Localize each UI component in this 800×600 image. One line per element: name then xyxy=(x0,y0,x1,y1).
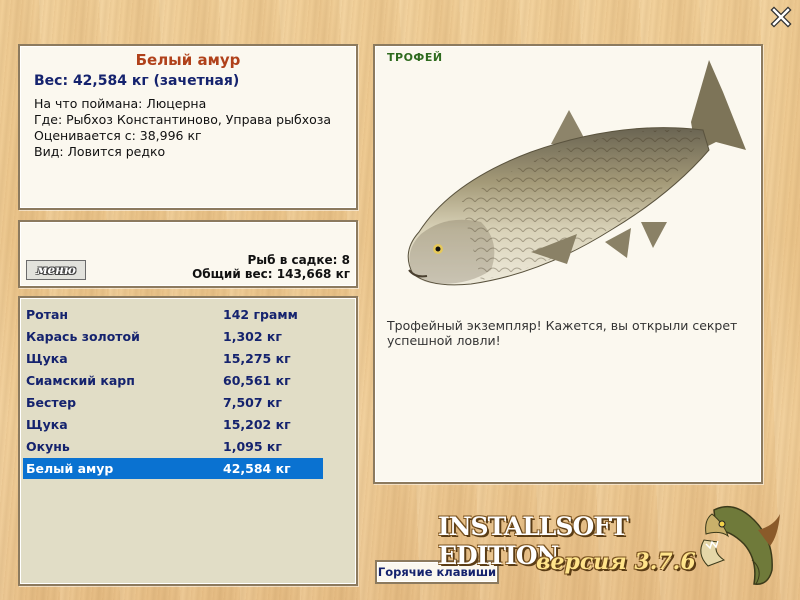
detail-bait: На что поймана: Люцерна xyxy=(34,96,207,111)
list-item[interactable]: Окунь 1,095 кг xyxy=(23,436,323,457)
list-item-weight: 1,302 кг xyxy=(223,329,282,344)
list-item-name: Ротан xyxy=(26,307,69,322)
version-label: версия 3.7.6 xyxy=(536,549,696,575)
list-item-weight: 7,507 кг xyxy=(223,395,282,410)
list-item-selected[interactable]: Белый амур 42,584 кг xyxy=(23,458,323,479)
list-item-name: Окунь xyxy=(26,439,70,454)
detail-species: Вид: Ловится редко xyxy=(34,144,166,159)
cage-count: Рыб в садке: 8 xyxy=(247,253,351,267)
pike-logo-icon xyxy=(700,505,780,585)
trophy-panel: ТРОФЕЙ Трофейный экземпляр! Кажется, вы … xyxy=(373,44,763,484)
close-icon xyxy=(770,6,792,28)
list-item[interactable]: Ротан 142 грамм xyxy=(23,304,323,325)
list-item-weight: 142 грамм xyxy=(223,307,298,322)
list-item-weight: 15,275 кг xyxy=(223,351,291,366)
cage-total-weight: Общий вес: 143,668 кг xyxy=(192,267,350,281)
grass-carp-image xyxy=(407,60,746,286)
fish-info-panel: Белый амур Вес: 42,584 кг (зачетная) На … xyxy=(18,44,358,210)
fish-details: На что поймана: Люцерна Где: Рыбхоз Конс… xyxy=(34,96,356,160)
list-item[interactable]: Щука 15,275 кг xyxy=(23,348,323,369)
cage-stats: Рыб в садке: 8 Общий вес: 143,668 кг xyxy=(192,253,350,281)
close-button[interactable] xyxy=(770,6,792,28)
cage-panel: меню Рыб в садке: 8 Общий вес: 143,668 к… xyxy=(18,220,358,288)
list-item-name: Карась золотой xyxy=(26,329,140,344)
detail-location: Где: Рыбхоз Константиново, Управа рыбхоз… xyxy=(34,112,332,127)
list-item-weight: 42,584 кг xyxy=(223,461,291,476)
list-item-name: Щука xyxy=(26,417,68,432)
list-item[interactable]: Бестер 7,507 кг xyxy=(23,392,323,413)
list-item-name: Сиамский карп xyxy=(26,373,135,388)
list-item-weight: 60,561 кг xyxy=(223,373,291,388)
list-item-name: Белый амур xyxy=(26,461,114,476)
list-item-weight: 1,095 кг xyxy=(223,439,282,454)
list-item[interactable]: Сиамский карп 60,561 кг xyxy=(23,370,323,391)
fish-weight: Вес: 42,584 кг (зачетная) xyxy=(34,73,240,89)
list-item[interactable]: Щука 15,202 кг xyxy=(23,414,323,435)
list-item[interactable]: Карась золотой 1,302 кг xyxy=(23,326,323,347)
trophy-description: Трофейный экземпляр! Кажется, вы открыли… xyxy=(387,318,738,348)
trophy-tag: ТРОФЕЙ xyxy=(387,51,443,64)
detail-rating: Оценивается с: 38,996 кг xyxy=(34,128,202,143)
fish-title: Белый амур xyxy=(135,51,241,69)
list-item-name: Щука xyxy=(26,351,68,366)
list-item-weight: 15,202 кг xyxy=(223,417,291,432)
catch-list: Ротан 142 грамм Карась золотой 1,302 кг … xyxy=(18,296,358,586)
list-item-name: Бестер xyxy=(26,395,77,410)
menu-button[interactable]: меню xyxy=(26,260,86,280)
